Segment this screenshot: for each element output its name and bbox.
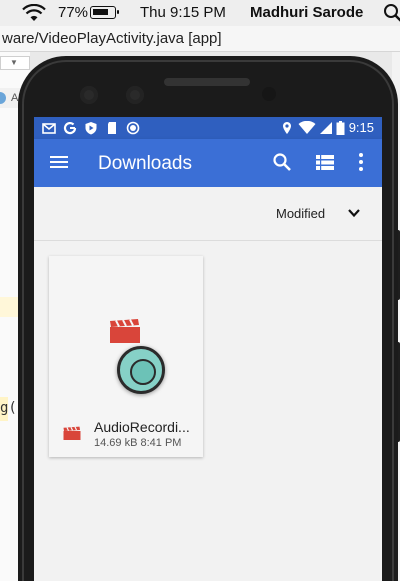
cell-signal-icon xyxy=(320,122,332,134)
android-screen: 9:15 Downloads Modified AudioRecordi... … xyxy=(34,117,382,581)
location-icon xyxy=(283,122,291,134)
line-highlight xyxy=(0,297,18,317)
file-name: AudioRecordi... xyxy=(94,419,190,435)
dropdown-arrow-icon: ▼ xyxy=(10,58,18,67)
android-status-bar: 9:15 xyxy=(34,117,382,139)
spotlight-search-icon[interactable] xyxy=(383,3,400,23)
battery-icon[interactable] xyxy=(90,6,119,19)
google-icon xyxy=(63,121,77,135)
code-fragment: g( xyxy=(0,400,17,416)
file-meta: 14.69 kB 8:41 PM xyxy=(94,437,181,449)
more-options-icon[interactable] xyxy=(358,152,364,172)
circle-notification-icon xyxy=(126,121,140,135)
gmail-icon xyxy=(42,123,56,134)
list-view-icon[interactable] xyxy=(316,153,334,171)
ide-window-title: ware/VideoPlayActivity.java [app] xyxy=(0,26,400,52)
battery-icon xyxy=(336,121,345,135)
wifi-signal-icon xyxy=(298,121,316,134)
menu-clock[interactable]: Thu 9:15 PM xyxy=(140,4,226,21)
mac-menu-bar: 77% Thu 9:15 PM Madhuri Sarode xyxy=(0,0,400,26)
battery-percent: 77% xyxy=(58,4,89,21)
file-time: 8:41 PM xyxy=(140,437,182,449)
sd-card-icon xyxy=(108,122,116,134)
hamburger-menu-icon[interactable] xyxy=(50,153,68,171)
status-time: 9:15 xyxy=(348,120,374,135)
proximity-sensor xyxy=(262,87,276,101)
play-protect-icon xyxy=(85,122,97,135)
speaker-grille xyxy=(164,78,250,86)
chevron-down-icon[interactable] xyxy=(347,207,361,219)
front-camera-icon xyxy=(80,86,98,104)
front-camera-icon xyxy=(126,86,144,104)
user-name[interactable]: Madhuri Sarode xyxy=(250,4,363,21)
file-card[interactable]: AudioRecordi... 14.69 kB 8:41 PM xyxy=(49,256,203,457)
video-file-icon xyxy=(110,319,140,343)
app-bar: Downloads xyxy=(34,139,382,187)
file-size: 14.69 kB xyxy=(94,437,138,449)
wifi-icon[interactable] xyxy=(22,4,46,22)
page-title: Downloads xyxy=(98,153,192,174)
search-icon[interactable] xyxy=(272,152,292,172)
touch-indicator xyxy=(117,346,165,394)
video-type-icon xyxy=(63,426,81,440)
sort-label[interactable]: Modified xyxy=(276,206,325,221)
sort-bar: Modified xyxy=(34,187,382,241)
